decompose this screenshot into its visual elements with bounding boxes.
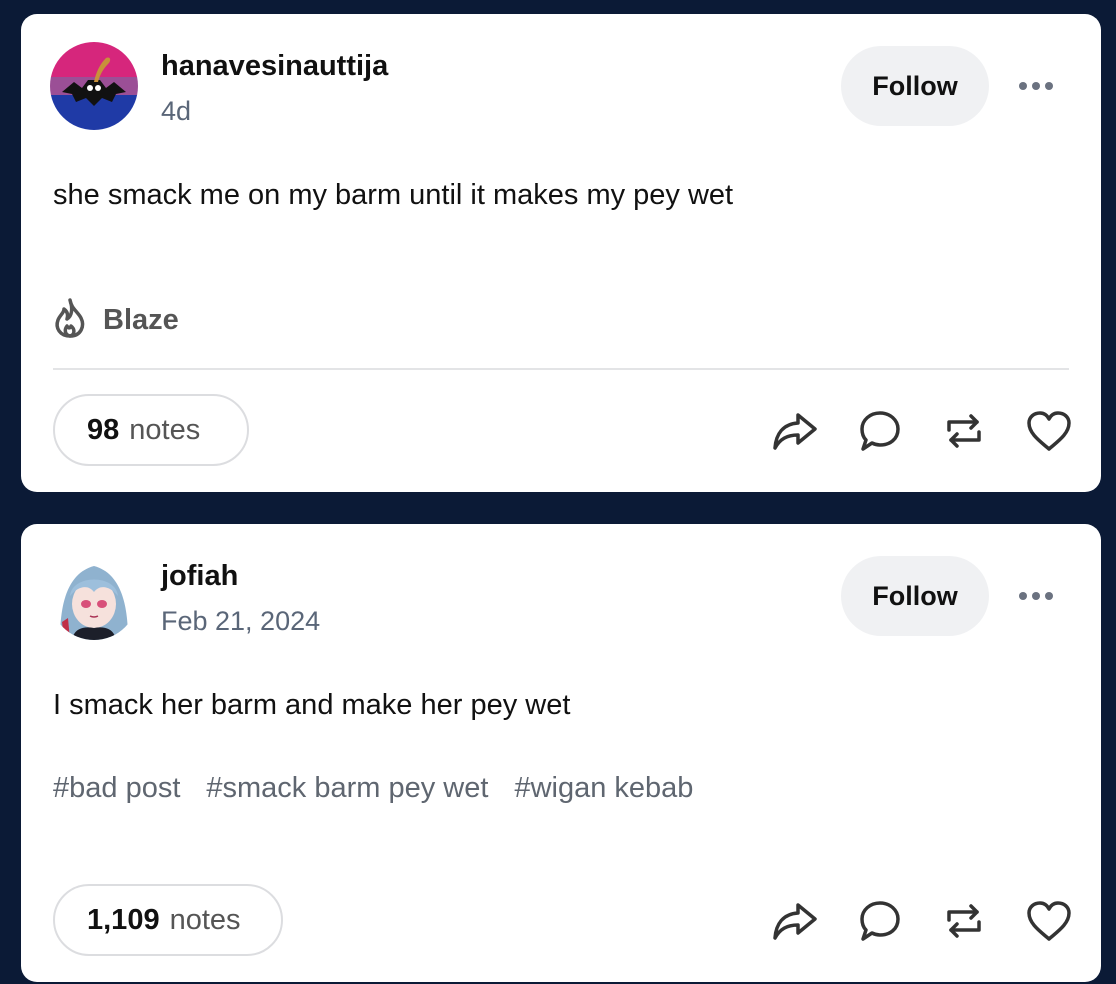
follow-button[interactable]: Follow	[841, 46, 989, 126]
username[interactable]: hanavesinauttija	[161, 50, 388, 83]
share-icon[interactable]	[769, 407, 821, 455]
more-options-icon[interactable]	[1011, 576, 1061, 616]
tag[interactable]: #smack barm pey wet	[206, 772, 488, 805]
avatar[interactable]	[50, 42, 138, 130]
comment-icon[interactable]	[854, 407, 906, 455]
tag-list: #bad post #smack barm pey wet #wigan keb…	[53, 772, 693, 805]
notes-label: notes	[129, 413, 201, 446]
notes-count: 1,109	[87, 903, 160, 936]
notes-button[interactable]: 98 notes	[53, 394, 249, 466]
timestamp[interactable]: Feb 21, 2024	[161, 606, 320, 637]
divider	[53, 368, 1069, 370]
follow-button[interactable]: Follow	[841, 556, 989, 636]
share-icon[interactable]	[769, 897, 821, 945]
post-card: hanavesinauttija 4d Follow she smack me …	[21, 14, 1101, 492]
post-card: jofiah Feb 21, 2024 Follow I smack her b…	[21, 524, 1101, 982]
post-actions	[769, 407, 1075, 455]
flame-icon	[51, 297, 89, 344]
timestamp[interactable]: 4d	[161, 96, 191, 127]
more-options-icon[interactable]	[1011, 66, 1061, 106]
blaze-button[interactable]: Blaze	[51, 297, 179, 344]
notes-label: notes	[169, 903, 241, 936]
notes-button[interactable]: 1,109 notes	[53, 884, 283, 956]
reblog-icon[interactable]	[938, 407, 990, 455]
heart-icon[interactable]	[1023, 407, 1075, 455]
tag[interactable]: #wigan kebab	[514, 772, 693, 805]
tag[interactable]: #bad post	[53, 772, 180, 805]
post-body: she smack me on my barm until it makes m…	[53, 179, 734, 211]
post-body: I smack her barm and make her pey wet	[53, 689, 571, 721]
username[interactable]: jofiah	[161, 560, 238, 593]
comment-icon[interactable]	[854, 897, 906, 945]
post-actions	[769, 897, 1075, 945]
notes-count: 98	[87, 413, 120, 446]
avatar[interactable]	[50, 552, 138, 640]
blaze-label: Blaze	[103, 304, 179, 336]
heart-icon[interactable]	[1023, 897, 1075, 945]
reblog-icon[interactable]	[938, 897, 990, 945]
